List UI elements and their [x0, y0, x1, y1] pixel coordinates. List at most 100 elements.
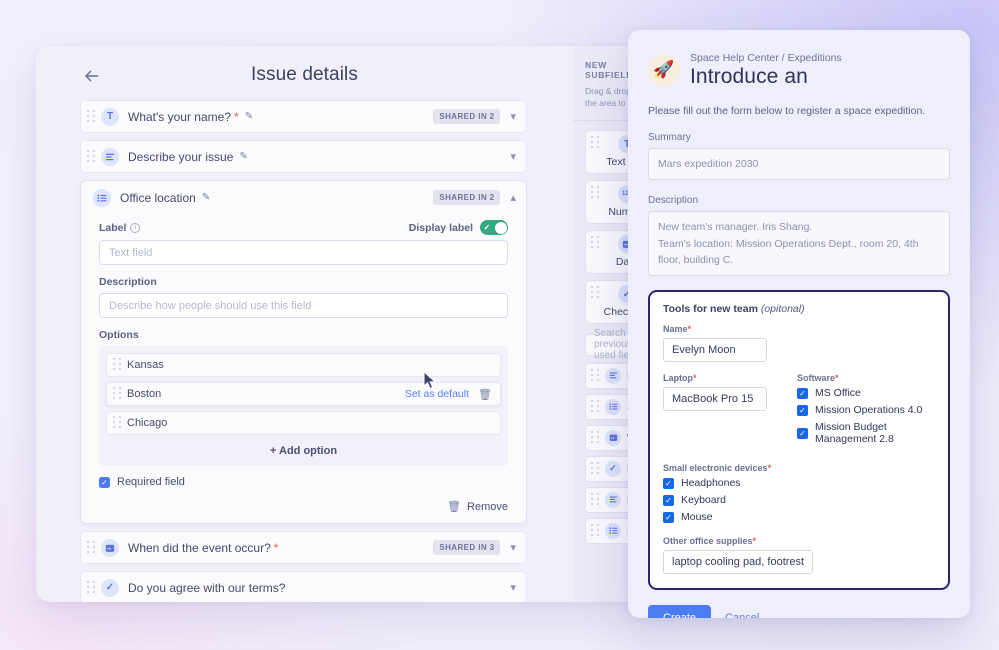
drag-handle-icon[interactable]	[591, 492, 601, 507]
device-option[interactable]: ✓ Keyboard	[663, 494, 935, 506]
drag-handle-icon[interactable]	[87, 540, 97, 555]
display-label-row: Display label ✓	[409, 220, 508, 235]
description-label: Description	[648, 195, 699, 207]
drag-handle-icon[interactable]	[591, 135, 601, 150]
description-input[interactable]: Describe how people should use this fiel…	[99, 293, 508, 318]
option-label: Chicago	[127, 417, 168, 429]
device-option-label: Mouse	[681, 511, 713, 524]
software-option[interactable]: ✓ MS Office	[797, 387, 935, 399]
field-label: Describe your issue	[128, 149, 234, 164]
info-icon[interactable]: i	[130, 222, 141, 233]
drag-handle-icon[interactable]	[87, 109, 97, 124]
software-option[interactable]: ✓ Mission Budget Management 2.8	[797, 421, 935, 445]
remove-field-button[interactable]: 🗑 Remove	[99, 500, 508, 514]
builder-main-pane: Issue details T What's your name? * ✎ SH…	[36, 46, 573, 602]
drag-handle-icon[interactable]	[591, 185, 601, 200]
create-button[interactable]: Create	[648, 605, 712, 618]
drag-handle-icon[interactable]	[591, 235, 601, 250]
option-row[interactable]: Boston Set as default 🗑	[106, 382, 501, 406]
option-row[interactable]: Chicago	[106, 411, 501, 435]
page-title: Issue details	[251, 64, 358, 85]
summary-field: Summary Mars expedition 2030	[648, 132, 950, 181]
chevron-down-icon[interactable]: ▾	[510, 541, 516, 554]
label-input[interactable]: Text field	[99, 240, 508, 265]
rocket-icon: 🚀	[648, 54, 680, 86]
display-label-toggle[interactable]: ✓	[480, 220, 508, 235]
select-list-icon	[605, 398, 621, 415]
chevron-down-icon[interactable]: ▾	[510, 150, 516, 163]
device-option[interactable]: ✓ Headphones	[663, 477, 935, 489]
name-label: Name*	[663, 324, 692, 335]
options-box: Kansas Boston Set as default 🗑 Chicago +…	[99, 346, 508, 466]
add-option-button[interactable]: + Add option	[106, 440, 501, 459]
label-heading-row: Label i Display label ✓	[99, 220, 508, 240]
required-marker: *	[693, 373, 697, 384]
calendar-icon	[101, 538, 119, 557]
software-option-label: Mission Operations 4.0	[815, 404, 923, 417]
office-card-header[interactable]: Office location ✎ SHARED IN 2 ▴	[81, 181, 526, 214]
laptop-label: Laptop*	[663, 373, 697, 384]
calendar-icon	[605, 429, 621, 446]
checkbox-icon[interactable]: ✓	[663, 477, 674, 489]
drag-handle-icon[interactable]	[113, 416, 123, 430]
drag-handle-icon[interactable]	[113, 358, 123, 372]
description-textarea[interactable]: New team's manager. Iris Shang. Team's l…	[648, 211, 950, 277]
back-arrow-icon[interactable]	[82, 66, 102, 86]
edit-pencil-icon[interactable]: ✎	[245, 111, 253, 122]
paragraph-icon	[101, 147, 119, 166]
checkbox-icon: ✓	[101, 578, 119, 597]
field-row-terms[interactable]: ✓ Do you agree with our terms? ▾	[80, 571, 527, 602]
name-input[interactable]: Evelyn Moon	[663, 338, 767, 363]
field-row-describe-issue[interactable]: Describe your issue ✎ ▾	[80, 140, 527, 173]
laptop-column: Laptop* MacBook Pro 15	[663, 373, 767, 450]
toggle-knob	[494, 221, 507, 234]
required-field-checkbox[interactable]: ✓	[99, 476, 110, 488]
edit-pencil-icon[interactable]: ✎	[239, 151, 247, 162]
supplies-input[interactable]: laptop cooling pad, footrest	[663, 550, 814, 575]
text-field-icon: T	[101, 107, 119, 126]
required-marker: *	[835, 373, 839, 384]
software-column: Software* ✓ MS Office ✓ Mission Operatio…	[797, 373, 935, 450]
dialog-actions: Create Cancel	[648, 605, 950, 618]
checkbox-icon[interactable]: ✓	[797, 427, 808, 439]
summary-label: Summary	[648, 132, 691, 143]
shared-badge: SHARED IN 2	[433, 190, 501, 205]
device-option[interactable]: ✓ Mouse	[663, 511, 935, 523]
drag-handle-icon[interactable]	[591, 399, 601, 414]
chevron-down-icon[interactable]: ▾	[510, 110, 516, 123]
field-row-name[interactable]: T What's your name? * ✎ SHARED IN 2 ▾	[80, 100, 527, 133]
field-label: What's your name?	[128, 109, 232, 124]
option-row[interactable]: Kansas	[106, 353, 501, 377]
devices-section: Small electronic devices* ✓ Headphones ✓…	[663, 463, 935, 523]
software-option[interactable]: ✓ Mission Operations 4.0	[797, 404, 935, 416]
dialog-header: 🚀 Space Help Center / Expeditions Introd…	[648, 52, 950, 89]
chevron-down-icon[interactable]: ▾	[510, 581, 516, 594]
checkbox-icon[interactable]: ✓	[663, 511, 674, 523]
drag-handle-icon[interactable]	[591, 461, 601, 476]
summary-input[interactable]: Mars expedition 2030	[648, 148, 950, 181]
drag-handle-icon[interactable]	[591, 523, 601, 538]
laptop-input[interactable]: MacBook Pro 15	[663, 387, 767, 412]
builder-header: Issue details	[36, 46, 573, 104]
select-list-icon	[93, 188, 111, 207]
drag-handle-icon[interactable]	[591, 368, 601, 383]
drag-handle-icon[interactable]	[591, 430, 601, 445]
checkbox-icon[interactable]: ✓	[797, 404, 808, 416]
field-row-event-date[interactable]: When did the event occur? * SHARED IN 3 …	[80, 531, 527, 564]
required-field-row[interactable]: ✓ Required field	[99, 476, 508, 488]
remove-label: Remove	[467, 500, 508, 513]
drag-handle-icon[interactable]	[113, 387, 123, 401]
required-marker: *	[687, 324, 692, 335]
trash-icon[interactable]: 🗑	[478, 388, 492, 401]
cancel-button[interactable]: Cancel	[725, 612, 759, 618]
checkbox-icon[interactable]: ✓	[797, 387, 808, 399]
drag-handle-icon[interactable]	[87, 149, 97, 164]
software-label: Software*	[797, 373, 839, 384]
drag-handle-icon[interactable]	[591, 285, 601, 300]
drag-handle-icon[interactable]	[87, 580, 97, 595]
edit-pencil-icon[interactable]: ✎	[202, 192, 210, 203]
software-option-label: MS Office	[815, 387, 861, 400]
checkbox-icon[interactable]: ✓	[663, 494, 674, 506]
introduce-expedition-dialog: 🚀 Space Help Center / Expeditions Introd…	[628, 30, 970, 618]
chevron-up-icon[interactable]: ▴	[510, 191, 516, 204]
